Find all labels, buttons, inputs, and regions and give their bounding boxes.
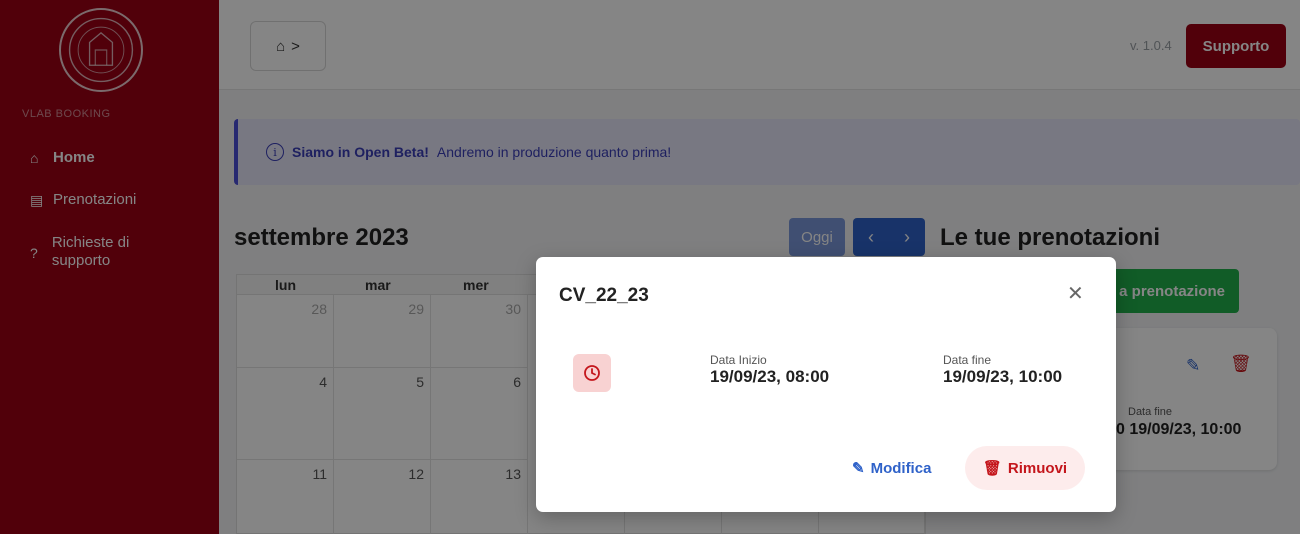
remove-label: Rimuovi — [1007, 459, 1068, 477]
end-date-value: 19/09/23, 10:00 — [943, 367, 1063, 386]
clock-icon — [573, 354, 611, 392]
trash-icon: 🗑 — [982, 460, 1002, 477]
edit-label: Modifica — [870, 459, 932, 477]
end-date-label: Data fine — [943, 353, 992, 367]
start-date-value: 19/09/23, 08:00 — [710, 367, 830, 386]
start-date-label: Data Inizio — [710, 353, 767, 367]
modal-title: CV_22_23 — [559, 285, 649, 306]
close-icon[interactable]: ✕ — [1067, 281, 1084, 306]
reservation-modal: CV_22_23 ✕ Data Inizio 19/09/23, 08:00 D… — [536, 257, 1116, 512]
pencil-icon: ✎ — [852, 460, 865, 477]
remove-button[interactable]: 🗑 Rimuovi — [965, 446, 1085, 490]
edit-button[interactable]: ✎ Modifica — [852, 454, 942, 482]
